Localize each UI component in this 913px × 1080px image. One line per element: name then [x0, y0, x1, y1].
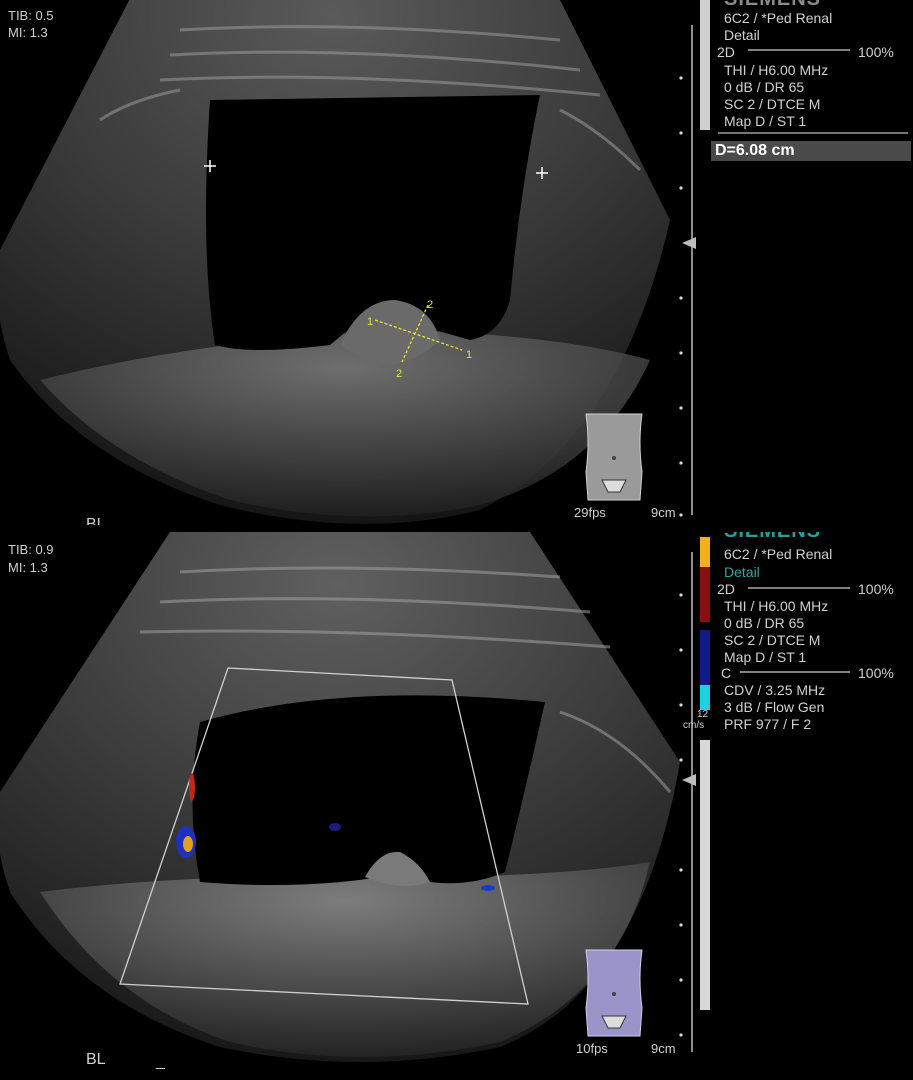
caliper-label: 1	[367, 316, 374, 328]
ultrasound-panel-top: TIB: 0.5 MI: 1.3 SIEMENS 6C2 / *Ped Rena…	[0, 0, 913, 525]
transducer-preset: 6C2 / *Ped Renal	[724, 10, 833, 26]
preset-detail: Detail	[724, 27, 760, 43]
mode-2d-label: 2D	[717, 581, 735, 597]
tib-readout: TIB: 0.9	[8, 542, 54, 557]
grayscale-bar	[700, 740, 710, 1010]
cursor-underscore: _	[142, 519, 151, 526]
colorbar-top	[700, 537, 710, 567]
transducer-preset: 6C2 / *Ped Renal	[724, 546, 833, 562]
caliper-label: 2	[427, 299, 434, 311]
map-setting: Map D / ST 1	[724, 649, 807, 665]
brand-logo: SIEMENS	[724, 532, 821, 543]
dynamic-range-setting: 0 dB / DR 65	[724, 615, 805, 631]
depth-ticks	[679, 76, 683, 517]
prf-setting: PRF 977 / F 2	[724, 716, 812, 732]
mi-readout: MI: 1.3	[8, 25, 48, 40]
color-mode-label: C	[721, 665, 732, 681]
focus-marker	[682, 237, 696, 249]
depth-label: 9cm	[651, 505, 676, 520]
color-mode-gain: 100%	[858, 665, 894, 681]
colorbar-scale-unit: cm/s	[683, 720, 705, 731]
cursor-underscore: _	[156, 1053, 165, 1070]
compound-setting: SC 2 / DTCE M	[724, 96, 821, 112]
organ-label: BL	[86, 516, 106, 526]
ultrasound-panel-bottom: TIB: 0.9 MI: 1.3 SIEMENS 6C2 / *Ped Rena…	[0, 532, 913, 1080]
caliper-label: 1	[466, 349, 473, 361]
frequency-setting: THI / H6.00 MHz	[724, 62, 829, 78]
preset-detail: Detail	[724, 564, 760, 580]
dynamic-range-setting: 0 dB / DR 65	[724, 79, 805, 95]
mode-2d-gain: 100%	[858, 44, 894, 60]
compound-setting: SC 2 / DTCE M	[724, 632, 821, 648]
mode-2d-gain: 100%	[858, 581, 894, 597]
body-marker-icon	[585, 413, 643, 501]
caliper-label: 2	[396, 368, 403, 380]
frame-rate: 29fps	[574, 505, 606, 520]
bladder-lumen	[192, 695, 545, 886]
mi-readout: MI: 1.3	[8, 560, 48, 575]
mode-2d-label: 2D	[717, 44, 735, 60]
body-marker-icon	[585, 949, 643, 1037]
depth-label: 9cm	[651, 1041, 676, 1056]
measurement-value: D=6.08 cm	[715, 142, 795, 159]
focus-marker	[682, 774, 696, 786]
tib-readout: TIB: 0.5	[8, 8, 54, 23]
depth-ticks	[679, 593, 683, 1037]
map-setting: Map D / ST 1	[724, 113, 807, 129]
grayscale-bar	[700, 0, 710, 130]
color-gain-setting: 3 dB / Flow Gen	[724, 699, 825, 715]
organ-label: BL	[86, 1051, 106, 1068]
deep-tissue	[40, 862, 650, 1057]
measurement-readout: D=6.08 cm	[711, 141, 911, 161]
colorbar-scale-value: 12	[697, 709, 709, 720]
colorbar-bottom	[700, 685, 710, 710]
frame-rate: 10fps	[576, 1041, 608, 1056]
frequency-setting: THI / H6.00 MHz	[724, 598, 829, 614]
color-frequency-setting: CDV / 3.25 MHz	[724, 682, 826, 698]
